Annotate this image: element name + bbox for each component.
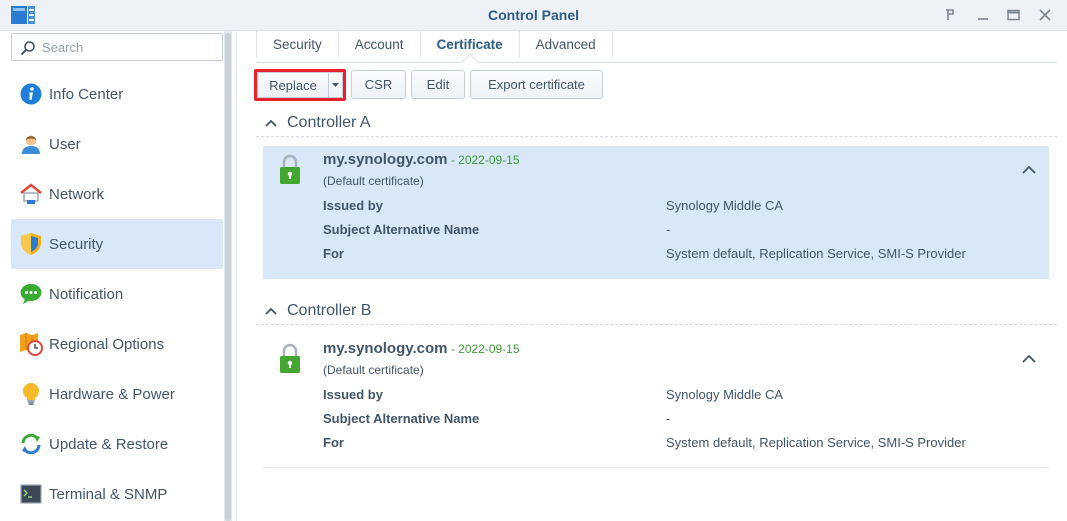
maximize-icon bbox=[1006, 9, 1020, 21]
sidebar-item-info-center[interactable]: Info Center bbox=[11, 69, 223, 119]
tab-account[interactable]: Account bbox=[339, 31, 421, 57]
sidebar-nav: Info Center User Network Security Notifi… bbox=[11, 69, 223, 519]
section-title: Controller A bbox=[287, 114, 371, 131]
csr-button[interactable]: CSR bbox=[351, 70, 406, 99]
subject-alt-name-value: - bbox=[666, 411, 671, 426]
refresh-icon bbox=[19, 432, 43, 456]
edit-button[interactable]: Edit bbox=[411, 70, 465, 99]
certificate-date: - 2022-09-15 bbox=[447, 342, 520, 356]
section-title: Controller B bbox=[287, 302, 372, 319]
sidebar-item-label: Notification bbox=[49, 285, 124, 303]
issued-by-value: Synology Middle CA bbox=[666, 387, 784, 402]
sidebar-item-notification[interactable]: Notification bbox=[11, 269, 223, 319]
search-input[interactable] bbox=[42, 37, 217, 57]
chat-bubble-icon bbox=[19, 282, 43, 306]
sidebar-divider bbox=[236, 31, 237, 521]
window-title: Control Panel bbox=[487, 7, 579, 23]
certificate-item[interactable]: my.synology.com - 2022-09-15 (Default ce… bbox=[263, 335, 1049, 466]
sidebar-item-label: Update & Restore bbox=[49, 435, 169, 453]
terminal-icon bbox=[19, 482, 43, 506]
close-button[interactable] bbox=[1036, 6, 1054, 24]
for-value: System default, Replication Service, SMI… bbox=[666, 435, 966, 450]
sidebar-item-security[interactable]: Security bbox=[11, 219, 223, 269]
export-certificate-button[interactable]: Export certificate bbox=[470, 70, 603, 99]
subject-alt-name-label: Subject Alternative Name bbox=[323, 411, 480, 426]
sidebar: Info Center User Network Security Notifi… bbox=[0, 31, 236, 521]
sidebar-scrollbar-thumb[interactable] bbox=[225, 33, 231, 521]
sidebar-item-hardware-power[interactable]: Hardware & Power bbox=[11, 369, 223, 419]
chevron-down-icon bbox=[332, 83, 339, 87]
sidebar-item-label: Hardware & Power bbox=[49, 385, 175, 403]
lock-icon bbox=[280, 154, 300, 184]
close-icon bbox=[1039, 9, 1051, 21]
map-clock-icon bbox=[19, 332, 43, 356]
tab-underline bbox=[256, 62, 1057, 63]
certificate-divider bbox=[263, 467, 1049, 468]
tab-advanced[interactable]: Advanced bbox=[520, 31, 613, 57]
for-value: System default, Replication Service, SMI… bbox=[666, 246, 966, 261]
minimize-button[interactable] bbox=[974, 6, 992, 24]
search-box bbox=[11, 33, 223, 61]
issued-by-value: Synology Middle CA bbox=[666, 198, 784, 213]
chevron-up-icon bbox=[263, 115, 279, 131]
sidebar-item-label: Security bbox=[49, 235, 104, 253]
sidebar-item-regional-options[interactable]: Regional Options bbox=[11, 319, 223, 369]
certificate-domain: my.synology.com bbox=[323, 340, 448, 357]
replace-split-button[interactable]: Replace bbox=[257, 72, 343, 98]
replace-highlight: Replace bbox=[254, 69, 346, 101]
certificate-item[interactable]: my.synology.com - 2022-09-15 (Default ce… bbox=[263, 146, 1049, 279]
chevron-up-icon bbox=[263, 303, 279, 319]
sidebar-item-label: User bbox=[49, 135, 81, 153]
subject-alt-name-value: - bbox=[666, 222, 671, 237]
chevron-up-icon[interactable] bbox=[1021, 353, 1037, 365]
issued-by-label: Issued by bbox=[323, 198, 383, 213]
lightbulb-icon bbox=[19, 382, 43, 406]
sidebar-item-user[interactable]: User bbox=[11, 119, 223, 169]
info-icon bbox=[19, 82, 43, 106]
title-bar: Control Panel bbox=[0, 0, 1067, 31]
section-divider bbox=[256, 136, 1057, 137]
tab-bar: Security Account Certificate Advanced bbox=[256, 31, 613, 62]
network-icon bbox=[19, 182, 43, 206]
lock-icon bbox=[280, 343, 300, 373]
certificate-subtitle: (Default certificate) bbox=[323, 174, 424, 188]
user-icon bbox=[19, 132, 43, 156]
search-icon bbox=[20, 41, 35, 56]
maximize-button[interactable] bbox=[1004, 6, 1022, 24]
certificate-date: - 2022-09-15 bbox=[447, 153, 520, 167]
for-label: For bbox=[323, 246, 344, 261]
tab-security[interactable]: Security bbox=[256, 31, 339, 57]
certificate-domain: my.synology.com bbox=[323, 151, 448, 168]
certificate-name: my.synology.com - 2022-09-15 bbox=[323, 340, 520, 357]
help-icon bbox=[946, 9, 954, 20]
certificate-subtitle: (Default certificate) bbox=[323, 363, 424, 377]
sidebar-item-label: Regional Options bbox=[49, 335, 165, 353]
replace-dropdown-button[interactable] bbox=[329, 73, 342, 97]
minimize-icon bbox=[978, 18, 988, 20]
replace-button[interactable]: Replace bbox=[258, 73, 328, 97]
controller-a-header[interactable]: Controller A bbox=[263, 112, 371, 134]
issued-by-label: Issued by bbox=[323, 387, 383, 402]
sidebar-item-network[interactable]: Network bbox=[11, 169, 223, 219]
help-button[interactable] bbox=[941, 6, 959, 24]
for-label: For bbox=[323, 435, 344, 450]
chevron-up-icon[interactable] bbox=[1021, 164, 1037, 176]
section-divider bbox=[256, 324, 1057, 325]
shield-icon bbox=[19, 232, 43, 256]
sidebar-item-label: Network bbox=[49, 185, 105, 203]
controller-b-header[interactable]: Controller B bbox=[263, 300, 371, 322]
sidebar-item-update-restore[interactable]: Update & Restore bbox=[11, 419, 223, 469]
subject-alt-name-label: Subject Alternative Name bbox=[323, 222, 480, 237]
sidebar-item-label: Terminal & SNMP bbox=[49, 485, 168, 503]
sidebar-item-terminal-snmp[interactable]: Terminal & SNMP bbox=[11, 469, 223, 519]
sidebar-item-label: Info Center bbox=[49, 85, 124, 103]
certificate-name: my.synology.com - 2022-09-15 bbox=[323, 151, 520, 168]
toolbar: Replace CSR Edit Export certificate bbox=[254, 69, 608, 102]
